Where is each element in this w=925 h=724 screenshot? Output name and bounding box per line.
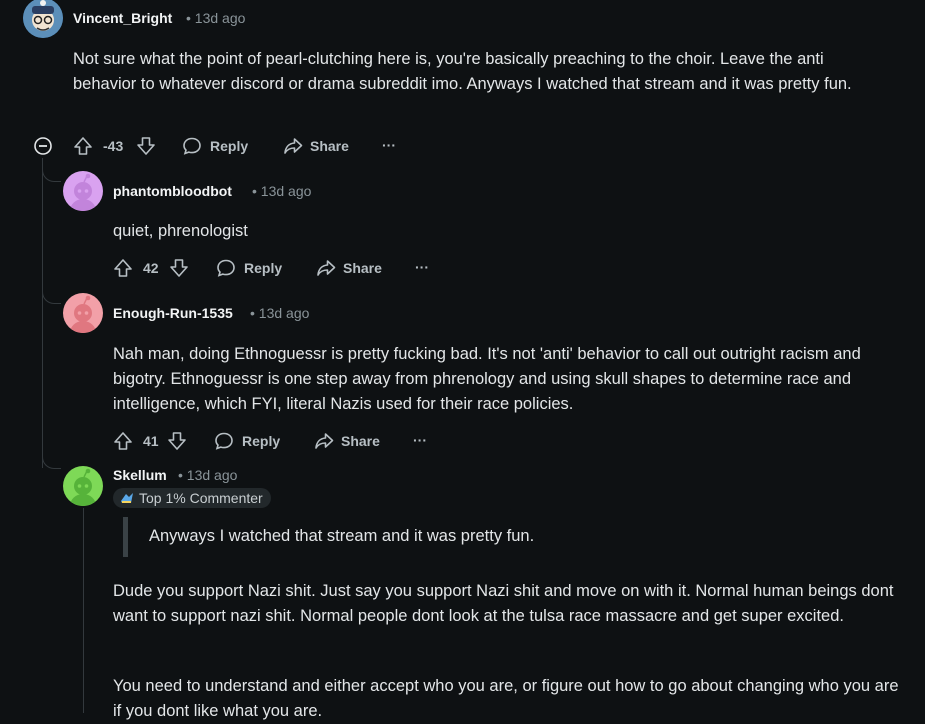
upvote-icon xyxy=(114,259,132,277)
user-flair[interactable]: Top 1% Commenter xyxy=(113,488,271,508)
share-icon xyxy=(317,260,336,276)
downvote-icon xyxy=(170,259,188,277)
reply-label: Reply xyxy=(244,260,283,276)
reply-button[interactable]: Reply xyxy=(213,429,280,453)
share-label: Share xyxy=(341,433,380,449)
avatar[interactable] xyxy=(63,293,103,333)
downvote-button[interactable] xyxy=(166,429,188,453)
collapse-button[interactable] xyxy=(33,134,53,158)
upvote-button[interactable] xyxy=(112,429,134,453)
upvote-button[interactable] xyxy=(72,134,94,158)
reply-icon xyxy=(217,259,235,277)
blockquote-text: Anyways I watched that stream and it was… xyxy=(149,527,535,545)
vote-score: -43 xyxy=(103,138,124,154)
share-label: Share xyxy=(343,260,382,276)
more-options-button[interactable]: ··· xyxy=(415,255,429,279)
thread-elbow-2 xyxy=(42,285,61,304)
thread-elbow-1 xyxy=(42,163,61,182)
commenter-badge-icon xyxy=(121,493,133,503)
downvote-button[interactable] xyxy=(135,134,157,158)
comment-body: Not sure what the point of pearl-clutchi… xyxy=(73,50,852,93)
upvote-icon xyxy=(114,432,132,450)
avatar[interactable] xyxy=(23,0,63,38)
share-label: Share xyxy=(310,138,349,154)
share-icon xyxy=(284,138,303,154)
reply-button[interactable]: Reply xyxy=(215,256,282,280)
timestamp[interactable]: • 13d ago xyxy=(250,305,309,321)
thread-line-skellum xyxy=(83,508,84,713)
reply-button[interactable]: Reply xyxy=(181,134,248,158)
comment-body: Dude you support Nazi shit. Just say you… xyxy=(113,582,894,625)
comment-body: Nah man, doing Ethnoguessr is pretty fuc… xyxy=(113,345,861,413)
timestamp[interactable]: • 13d ago xyxy=(252,183,311,199)
comment-body: You need to understand and either accept… xyxy=(113,677,899,720)
more-options-button[interactable]: ··· xyxy=(382,133,396,157)
thread-elbow-3 xyxy=(42,450,61,469)
username[interactable]: Vincent_Bright xyxy=(73,10,172,26)
vote-score: 42 xyxy=(143,260,159,276)
more-options-button[interactable]: ··· xyxy=(413,428,427,452)
flair-label: Top 1% Commenter xyxy=(139,490,263,506)
downvote-icon xyxy=(137,137,155,155)
reply-label: Reply xyxy=(242,433,281,449)
share-button[interactable]: Share xyxy=(282,134,349,158)
collapse-icon xyxy=(34,137,52,155)
reply-icon xyxy=(183,137,201,155)
username[interactable]: phantombloodbot xyxy=(113,183,232,199)
upvote-button[interactable] xyxy=(112,256,134,280)
share-icon xyxy=(315,433,334,449)
comment-body: quiet, phrenologist xyxy=(113,222,248,240)
share-button[interactable]: Share xyxy=(313,429,380,453)
thread-line-root xyxy=(42,158,43,468)
timestamp[interactable]: • 13d ago xyxy=(186,10,245,26)
username[interactable]: Skellum xyxy=(113,467,167,483)
avatar[interactable] xyxy=(63,171,103,211)
reply-label: Reply xyxy=(210,138,249,154)
downvote-button[interactable] xyxy=(168,256,190,280)
username[interactable]: Enough-Run-1535 xyxy=(113,305,233,321)
share-button[interactable]: Share xyxy=(315,256,382,280)
reply-icon xyxy=(215,432,233,450)
blockquote-bar xyxy=(123,517,128,557)
avatar[interactable] xyxy=(63,466,103,506)
downvote-icon xyxy=(168,432,186,450)
timestamp[interactable]: • 13d ago xyxy=(178,467,237,483)
upvote-icon xyxy=(74,137,92,155)
vote-score: 41 xyxy=(143,433,159,449)
